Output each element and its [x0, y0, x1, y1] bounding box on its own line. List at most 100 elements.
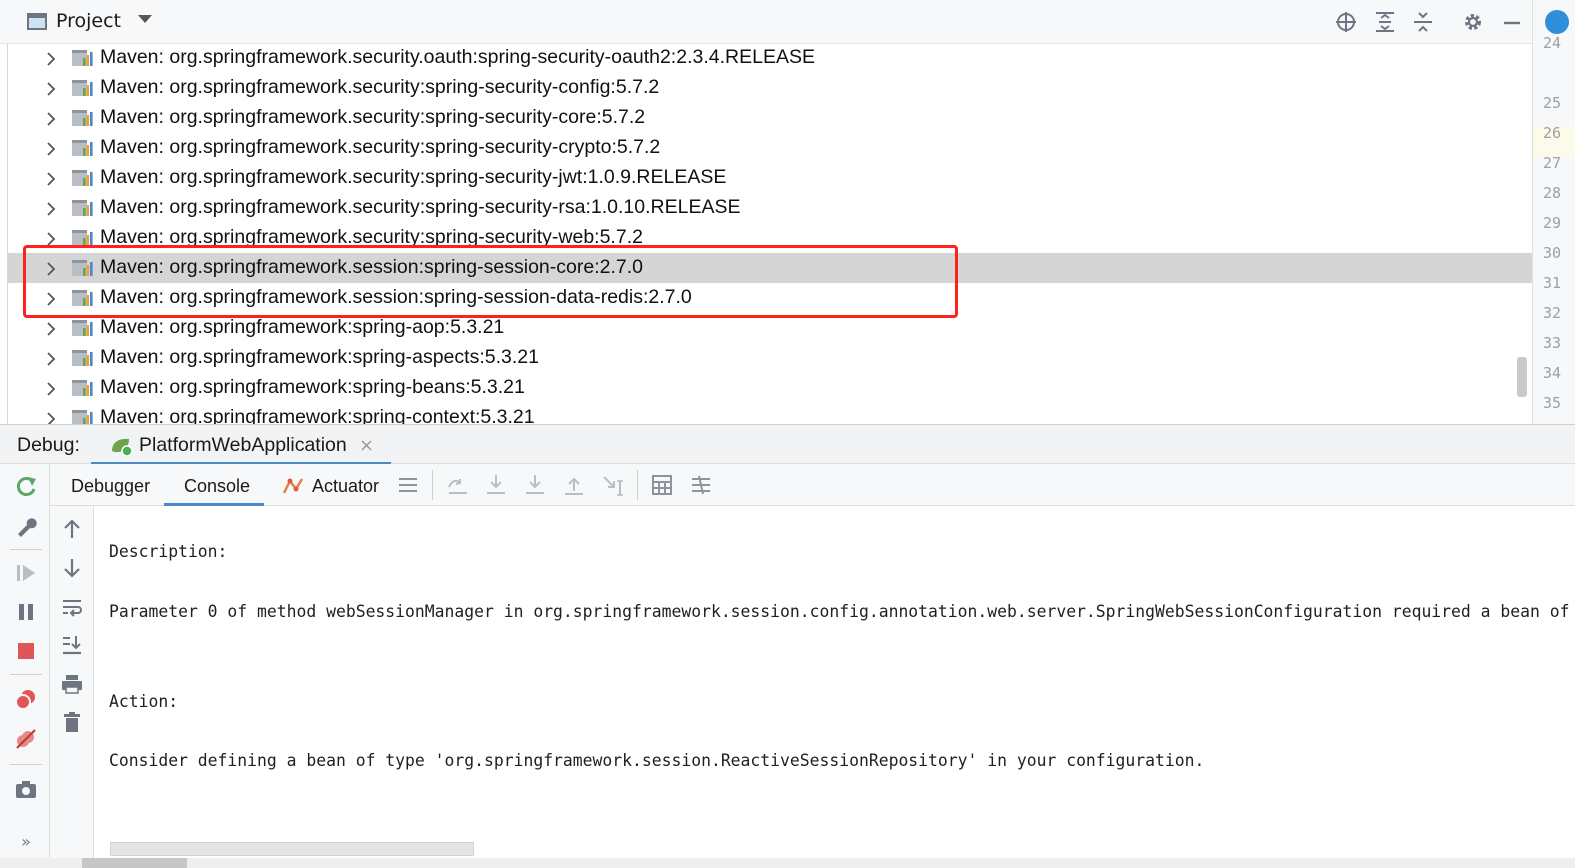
library-icon	[71, 289, 95, 307]
expand-all-icon[interactable]	[1373, 10, 1397, 34]
tree-row[interactable]: Maven: org.springframework:spring-contex…	[8, 403, 1532, 424]
step-over-icon[interactable]	[484, 473, 508, 497]
step-into-icon[interactable]	[523, 473, 547, 497]
library-icon	[71, 109, 95, 127]
collapse-all-icon[interactable]	[1411, 10, 1435, 34]
view-breakpoints-icon[interactable]	[13, 687, 39, 713]
tab-console[interactable]: Console	[164, 464, 264, 506]
library-icon	[71, 199, 95, 217]
chevron-right-icon[interactable]	[46, 321, 56, 336]
tree-vertical-scrollbar[interactable]	[1517, 357, 1527, 397]
tree-row[interactable]: Maven: org.springframework.security:spri…	[8, 73, 1532, 103]
mute-breakpoints-icon[interactable]	[13, 726, 39, 752]
chevron-right-icon[interactable]	[46, 411, 56, 424]
arrow-down-icon[interactable]	[60, 556, 84, 580]
step-out-icon[interactable]	[562, 473, 586, 497]
stop-icon[interactable]	[13, 638, 39, 664]
chevron-right-icon[interactable]	[46, 171, 56, 186]
tree-row[interactable]: Maven: org.springframework.security.oaut…	[8, 44, 1532, 73]
chevron-down-icon[interactable]	[138, 15, 152, 23]
console-line: Parameter 0 of method webSessionManager …	[109, 602, 1575, 621]
tree-row-label: Maven: org.springframework.session:sprin…	[100, 256, 643, 278]
tree-row-label: Maven: org.springframework.session:sprin…	[100, 286, 692, 308]
camera-icon[interactable]	[13, 776, 39, 802]
print-icon[interactable]	[60, 672, 84, 696]
console-output[interactable]: Description: Parameter 0 of method webSe…	[94, 506, 1575, 868]
trace-current-stream-icon[interactable]	[689, 473, 713, 497]
locate-icon[interactable]	[1334, 10, 1358, 34]
actuator-icon	[282, 475, 304, 495]
chevron-right-icon[interactable]	[46, 201, 56, 216]
debug-session-tab[interactable]: PlatformWebApplication ×	[91, 425, 391, 465]
tree-row[interactable]: Maven: org.springframework:spring-aspect…	[8, 343, 1532, 373]
chevron-right-icon[interactable]	[46, 51, 56, 66]
debug-label: Debug:	[17, 434, 80, 456]
tab-label: Actuator	[312, 476, 380, 496]
tree-row[interactable]: Maven: org.springframework.security:spri…	[8, 163, 1532, 193]
resume-icon[interactable]	[13, 560, 39, 586]
chevron-right-icon[interactable]	[46, 141, 56, 156]
tree-row[interactable]: Maven: org.springframework.security:spri…	[8, 133, 1532, 163]
line-number: 28	[1542, 184, 1561, 202]
library-icon	[71, 349, 95, 367]
chevron-right-icon[interactable]	[46, 291, 56, 306]
rerun-icon[interactable]	[13, 474, 39, 500]
application-icon[interactable]	[1545, 10, 1569, 34]
tree-row-label: Maven: org.springframework:spring-beans:…	[100, 376, 525, 398]
chevron-right-icon[interactable]	[46, 351, 56, 366]
evaluate-expression-icon[interactable]	[650, 473, 674, 497]
line-number: 27	[1542, 154, 1561, 172]
line-number: 29	[1542, 214, 1561, 232]
toolbar-separator	[637, 470, 638, 500]
tree-row[interactable]: Maven: org.springframework.security:spri…	[8, 223, 1532, 253]
line-number: 31	[1542, 274, 1561, 292]
tree-row[interactable]: Maven: org.springframework:spring-beans:…	[8, 373, 1532, 403]
console-line: Action:	[109, 692, 179, 711]
tree-row[interactable]: Maven: org.springframework.session:sprin…	[8, 283, 1532, 313]
console-line: Description:	[109, 542, 228, 561]
tree-row[interactable]: Maven: org.springframework.security:spri…	[8, 193, 1532, 223]
tree-row[interactable]: Maven: org.springframework.session:sprin…	[8, 253, 1532, 283]
trash-icon[interactable]	[60, 710, 84, 734]
line-number: 32	[1542, 304, 1561, 322]
wrench-icon[interactable]	[13, 513, 39, 539]
close-icon[interactable]: ×	[359, 435, 374, 456]
tree-row[interactable]: Maven: org.springframework:spring-aop:5.…	[8, 313, 1532, 343]
tree-row-label: Maven: org.springframework.security:spri…	[100, 76, 660, 98]
tab-actuator[interactable]: Actuator	[270, 464, 392, 506]
chevron-right-icon[interactable]	[46, 111, 56, 126]
gear-icon[interactable]	[1461, 10, 1485, 34]
more-icon[interactable]: »	[13, 832, 39, 858]
tab-debugger[interactable]: Debugger	[58, 464, 158, 506]
toolbar-separator	[10, 674, 42, 675]
debug-toolbar: Debugger Console Actuator	[50, 464, 1575, 506]
project-tool-window-header: Project	[0, 0, 1532, 44]
project-tree[interactable]: Maven: org.springframework.security.oaut…	[8, 44, 1532, 424]
tab-label: Debugger	[71, 476, 151, 496]
soft-wrap-icon[interactable]	[60, 595, 84, 619]
bottom-scrollbar-thumb[interactable]	[82, 858, 187, 868]
console-horizontal-scrollbar[interactable]	[110, 842, 474, 856]
run-to-cursor-icon[interactable]	[601, 473, 625, 497]
bottom-scrollbar[interactable]	[0, 858, 1575, 868]
minimize-icon[interactable]	[1500, 10, 1524, 34]
library-icon	[71, 319, 95, 337]
chevron-right-icon[interactable]	[46, 231, 56, 246]
chevron-right-icon[interactable]	[46, 81, 56, 96]
tree-row-label: Maven: org.springframework.security:spri…	[100, 166, 727, 188]
tree-row-label: Maven: org.springframework:spring-aspect…	[100, 346, 539, 368]
arrow-up-icon[interactable]	[60, 517, 84, 541]
pause-icon[interactable]	[13, 599, 39, 625]
scroll-to-end-icon[interactable]	[60, 633, 84, 657]
library-icon	[71, 139, 95, 157]
editor-line-gutter: 24 25 26 27 28 29 30 31 32 33 34 35	[1532, 0, 1575, 424]
tree-row[interactable]: Maven: org.springframework.security:spri…	[8, 103, 1532, 133]
project-icon	[27, 13, 47, 30]
chevron-right-icon[interactable]	[46, 261, 56, 276]
chevron-right-icon[interactable]	[46, 381, 56, 396]
project-view-title[interactable]: Project	[56, 10, 121, 32]
tree-row-label: Maven: org.springframework.security:spri…	[100, 196, 741, 218]
tree-row-label: Maven: org.springframework.security:spri…	[100, 136, 661, 158]
show-execution-point-icon[interactable]	[446, 473, 470, 497]
layout-menu-icon[interactable]	[396, 473, 420, 497]
